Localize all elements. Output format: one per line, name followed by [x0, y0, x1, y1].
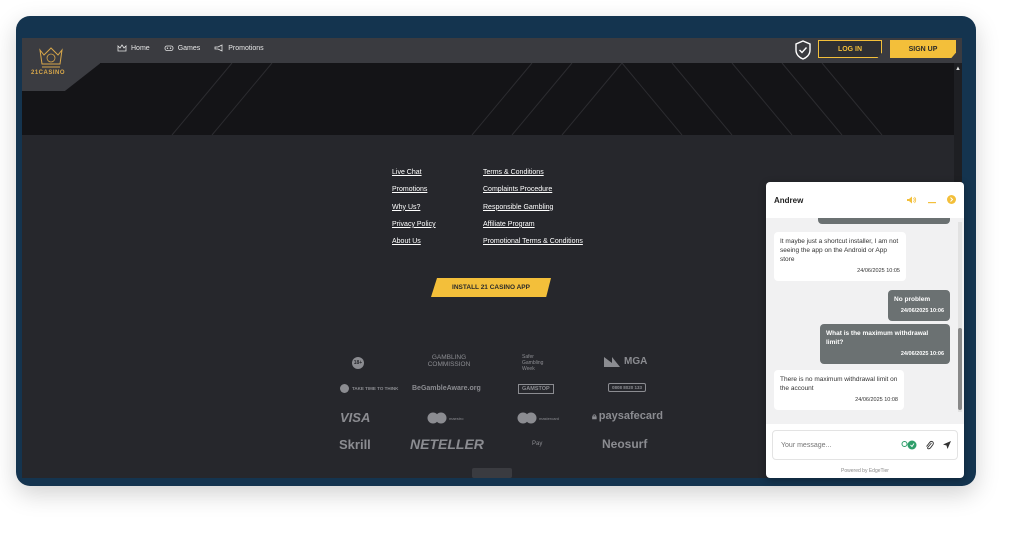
hero-banner: [22, 63, 962, 135]
previous-message-bubble: [818, 218, 950, 224]
login-button[interactable]: LOG IN: [818, 40, 882, 58]
message-timestamp: 24/06/2025 10:06: [900, 308, 944, 314]
take-time-label: TAKE TIME TO THINK: [352, 386, 399, 391]
chat-header: Andrew: [766, 182, 964, 218]
message-text: What is the maximum withdrawal limit?: [826, 330, 929, 346]
footer-link-responsible-gambling[interactable]: Responsible Gambling: [483, 204, 583, 221]
paysafecard-label: paysafecard: [598, 410, 664, 422]
scroll-up-arrow-icon[interactable]: ▲: [955, 66, 961, 72]
install-app-button[interactable]: INSTALL 21 CASINO APP: [431, 278, 551, 297]
casino-emblem-icon: [39, 47, 63, 68]
chat-input-tools: [901, 440, 952, 450]
footer-link-complaints[interactable]: Complaints Procedure: [483, 186, 583, 203]
maestro-logo[interactable]: maestro: [427, 412, 463, 424]
chat-widget: Andrew It maybe just a shortcut installe…: [766, 182, 964, 478]
message-timestamp: 24/06/2025 10:06: [900, 351, 944, 357]
footer-link-promotions[interactable]: Promotions: [392, 186, 436, 203]
skrill-logo[interactable]: Skrill: [339, 437, 371, 452]
nav-promotions[interactable]: Promotions: [214, 44, 264, 52]
chat-agent-name: Andrew: [774, 196, 804, 205]
message-timestamp: 24/06/2025 10:08: [855, 397, 898, 403]
message-text: No problem: [894, 296, 931, 303]
footer-links-column-1: Live Chat Promotions Why Us? Privacy Pol…: [392, 169, 436, 255]
hero-pattern: [171, 63, 883, 135]
mga-mark-icon: [604, 356, 620, 367]
gamcare-logo[interactable]: 0808 8020 133: [608, 383, 647, 392]
nav-home-label: Home: [131, 44, 150, 52]
chat-scrollbar-thumb[interactable]: [958, 328, 962, 410]
shield-check-icon[interactable]: [794, 40, 812, 60]
chat-message-user: No problem 24/06/2025 10:06: [888, 290, 950, 321]
signup-button[interactable]: SIGN UP: [890, 40, 956, 58]
chat-message-agent: There is no maximum withdrawal limit on …: [774, 370, 904, 410]
gamstop-logo[interactable]: GAMSTOP: [518, 384, 554, 394]
nav-games[interactable]: Games: [164, 44, 201, 52]
age-18-badge[interactable]: 18+: [352, 357, 364, 369]
neteller-logo[interactable]: NETELLER: [410, 436, 484, 452]
message-timestamp: 24/06/2025 10:05: [857, 268, 900, 274]
maestro-circles-icon: [427, 412, 447, 424]
clock-icon: [340, 384, 349, 393]
send-icon[interactable]: [942, 440, 952, 450]
powered-by-text: Powered by EdgeTier: [841, 468, 889, 474]
nav-games-label: Games: [177, 44, 201, 52]
volume-icon[interactable]: [907, 196, 917, 204]
chat-message-user: What is the maximum withdrawal limit? 24…: [820, 324, 950, 364]
nav-links: Home Games Promotions: [117, 44, 264, 52]
footer-link-promo-terms[interactable]: Promotional Terms & Conditions: [483, 238, 583, 255]
footer-link-terms[interactable]: Terms & Conditions: [483, 169, 583, 186]
gambling-commission-logo[interactable]: GAMBLING COMMISSION: [424, 354, 474, 368]
megaphone-icon: [214, 44, 223, 52]
maestro-label: maestro: [449, 415, 464, 421]
crown-icon: [117, 44, 127, 52]
take-time-to-think-logo[interactable]: TAKE TIME TO THINK: [340, 384, 398, 393]
chat-input-area: [766, 424, 964, 468]
footer-link-privacy-policy[interactable]: Privacy Policy: [392, 221, 436, 238]
chevron-right-icon[interactable]: [947, 195, 956, 204]
top-navigation: Home Games Promotions LOG IN SIGN UP: [22, 38, 962, 63]
nav-promotions-label: Promotions: [228, 44, 264, 52]
paperclip-icon[interactable]: [925, 440, 934, 450]
message-text: There is no maximum withdrawal limit on …: [780, 376, 898, 392]
footer-badge: [472, 468, 512, 478]
grammar-assist-icon[interactable]: [901, 440, 917, 450]
chat-messages: It maybe just a shortcut installer, I am…: [766, 218, 964, 424]
apple-pay-logo[interactable]: Pay: [532, 441, 542, 447]
mga-label: MGA: [624, 356, 648, 367]
footer-link-about-us[interactable]: About Us: [392, 238, 436, 255]
mastercard-label: mastercard: [539, 415, 560, 421]
mga-logo[interactable]: MGA: [604, 356, 647, 367]
lock-icon: 🔒︎: [592, 410, 597, 421]
footer-link-affiliate[interactable]: Affiliate Program: [483, 221, 583, 238]
minimize-icon[interactable]: [927, 196, 937, 204]
controller-icon: [164, 45, 174, 51]
paysafecard-logo[interactable]: 🔒︎ paysafecard: [592, 410, 663, 422]
footer-links-column-2: Terms & Conditions Complaints Procedure …: [483, 169, 583, 255]
begambleaware-logo[interactable]: BeGambleAware.org: [412, 385, 481, 392]
safer-gambling-logo[interactable]: Safer Gambling Week: [522, 354, 554, 372]
mastercard-logo[interactable]: mastercard: [517, 412, 559, 424]
footer-link-why-us[interactable]: Why Us?: [392, 204, 436, 221]
mastercard-circles-icon: [517, 412, 537, 424]
message-text: It maybe just a shortcut installer, I am…: [780, 238, 899, 263]
chat-header-controls: [907, 195, 956, 204]
nav-home[interactable]: Home: [117, 44, 150, 52]
logo-text: 21CASINO: [31, 70, 66, 76]
chat-message-agent: It maybe just a shortcut installer, I am…: [774, 232, 906, 281]
neosurf-logo[interactable]: Neosurf: [602, 437, 647, 451]
footer-link-live-chat[interactable]: Live Chat: [392, 169, 436, 186]
visa-logo[interactable]: VISA: [340, 410, 370, 425]
